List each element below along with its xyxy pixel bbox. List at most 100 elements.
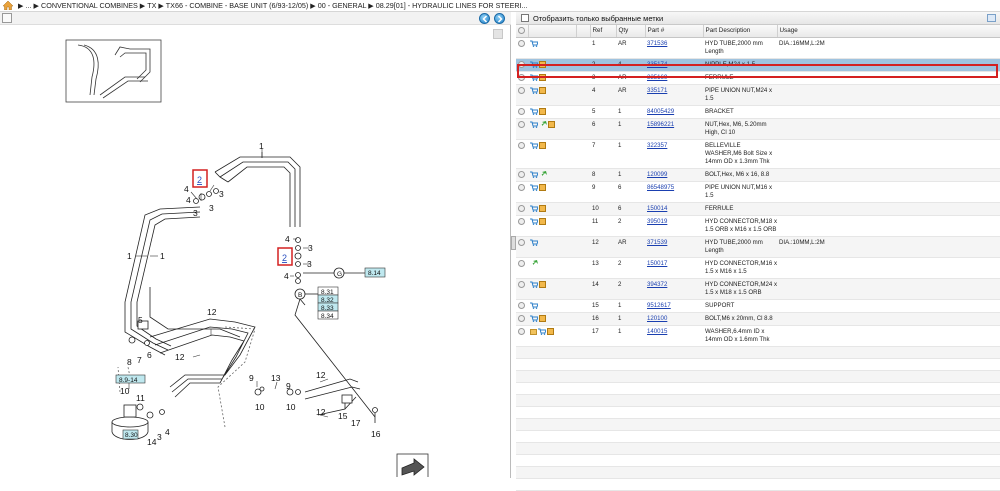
add-to-cart-icon[interactable] [530, 184, 538, 191]
callout-16[interactable]: 16 [371, 429, 381, 439]
row-info-icon[interactable] [516, 325, 528, 347]
callout-3[interactable]: 3 [209, 203, 214, 213]
part-number-link[interactable]: 86548975 [647, 184, 674, 191]
callout-4[interactable]: 4 [184, 184, 189, 194]
folder-icon[interactable] [530, 328, 537, 335]
table-row[interactable]: 9 6 86548975 PIPE UNION NUT,M16 x 1.5 [516, 181, 1000, 203]
table-row[interactable]: 1 AR 371536 HYD TUBE,2000 mm Length DIA.:16M… [516, 37, 1000, 59]
breadcrumb-path[interactable]: ▶ ... ▶ CONVENTIONAL COMBINES ▶ TX ▶ TX6… [18, 1, 528, 10]
header-ref[interactable]: Ref [590, 25, 617, 38]
table-row[interactable]: 2 4 335174 NIPPLE,M24 x 1.5 [516, 58, 1000, 72]
callout-3[interactable]: 3 [219, 189, 224, 199]
table-row[interactable]: 3 AR 335169 FERRULE [516, 71, 1000, 85]
callout-12[interactable]: 12 [207, 307, 217, 317]
callout-10[interactable]: 10 [255, 402, 265, 412]
add-to-cart-icon[interactable] [530, 121, 538, 128]
header-qty[interactable]: Qty [616, 25, 646, 38]
part-box-icon[interactable] [539, 217, 546, 225]
add-to-cart-icon[interactable] [530, 218, 538, 225]
callout-12[interactable]: 12 [175, 352, 185, 362]
part-number-link[interactable]: 395019 [647, 218, 667, 225]
table-row[interactable]: 12 AR 371539 HYD TUBE,2000 mm Length DIA.:10… [516, 236, 1000, 258]
add-to-cart-icon[interactable] [530, 87, 538, 94]
add-to-cart-icon[interactable] [530, 40, 538, 47]
callout-10[interactable]: 10 [286, 402, 296, 412]
row-info-icon[interactable] [516, 257, 528, 279]
add-to-cart-icon[interactable] [530, 171, 538, 178]
selected-only-checkbox[interactable] [521, 14, 529, 22]
callout-14[interactable]: 14 [147, 437, 157, 447]
callout-4[interactable]: 4 [285, 234, 290, 244]
callout-4[interactable]: 4 [284, 271, 289, 281]
table-row[interactable]: 7 1 322357 BELLEVILLE WASHER,M6 Bolt Size x… [516, 139, 1000, 169]
part-number-link[interactable]: 322357 [647, 142, 667, 149]
callout-9[interactable]: 9 [249, 373, 254, 383]
add-to-cart-icon[interactable] [530, 281, 538, 288]
substitute-arrow-icon[interactable] [530, 259, 538, 267]
callout-4[interactable]: 4 [186, 195, 191, 205]
part-number-link[interactable]: 394372 [647, 281, 667, 288]
part-number-link[interactable]: 335171 [647, 87, 667, 94]
part-box-icon[interactable] [539, 141, 546, 149]
ref-8-14[interactable]: 8.14 [368, 270, 381, 277]
add-to-cart-icon[interactable] [530, 302, 538, 309]
substitute-arrow-icon[interactable] [539, 170, 547, 178]
add-to-cart-icon[interactable] [530, 108, 538, 115]
callout-17[interactable]: 17 [351, 418, 361, 428]
row-info-icon[interactable] [516, 236, 528, 258]
callout-3[interactable]: 3 [307, 259, 312, 269]
row-info-icon[interactable] [516, 202, 528, 216]
part-number-link[interactable]: 335169 [647, 74, 667, 81]
table-row[interactable]: 11 2 395019 HYD CONNECTOR,M18 x 1.5 ORB x M… [516, 215, 1000, 237]
row-info-icon[interactable] [516, 37, 528, 59]
previous-page-button[interactable] [479, 13, 490, 24]
next-page-button[interactable] [494, 13, 505, 24]
table-row[interactable]: 5 1 84005429 BRACKET [516, 105, 1000, 119]
callout-7[interactable]: 7 [137, 355, 142, 365]
row-info-icon[interactable] [516, 105, 528, 119]
callout-g[interactable]: G [337, 271, 342, 278]
row-info-icon[interactable] [516, 84, 528, 106]
callout-1[interactable]: 1 [259, 141, 264, 151]
callout-8[interactable]: 8 [127, 357, 132, 367]
part-number-link[interactable]: 15896221 [647, 121, 674, 128]
callout-3[interactable]: 3 [308, 243, 313, 253]
callout-1[interactable]: 1 [160, 251, 165, 261]
part-number-link[interactable]: 9512617 [647, 302, 671, 309]
add-to-cart-icon[interactable] [530, 315, 538, 322]
add-to-cart-icon[interactable] [530, 142, 538, 149]
row-info-icon[interactable] [516, 118, 528, 140]
part-number-link[interactable]: 335174 [647, 61, 667, 68]
row-info-icon[interactable] [516, 71, 528, 85]
row-info-icon[interactable] [516, 299, 528, 313]
part-box-icon[interactable] [539, 73, 546, 81]
header-part-number[interactable]: Part # [645, 25, 704, 38]
ref-8-34[interactable]: 8.34 [321, 313, 334, 320]
add-to-cart-icon[interactable] [530, 74, 538, 81]
ref-8-9-14[interactable]: 8.9-14 [119, 377, 138, 384]
table-row[interactable]: 10 6 150014 FERRULE [516, 202, 1000, 216]
part-box-icon[interactable] [539, 60, 546, 68]
callout-2[interactable]: 2 [197, 175, 202, 185]
table-row[interactable]: 6 1 15896221 NUT,Hex, M6, 5.20mm High, Cl 1… [516, 118, 1000, 140]
row-info-icon[interactable] [516, 278, 528, 300]
row-info-icon[interactable] [516, 139, 528, 169]
table-row[interactable]: 15 1 9512617 SUPPORT [516, 299, 1000, 313]
part-number-link[interactable]: 120100 [647, 315, 667, 322]
export-icon[interactable] [987, 14, 996, 22]
part-box-icon[interactable] [539, 314, 546, 322]
part-box-icon[interactable] [539, 183, 546, 191]
part-number-link[interactable]: 371539 [647, 239, 667, 246]
add-to-cart-icon[interactable] [530, 61, 538, 68]
part-box-icon[interactable] [548, 120, 555, 128]
table-row[interactable]: 13 2 150017 HYD CONNECTOR,M16 x 1.5 x M16 x… [516, 257, 1000, 279]
callout-5[interactable]: 5 [138, 315, 143, 325]
part-number-link[interactable]: 150017 [647, 260, 667, 267]
add-to-cart-icon[interactable] [530, 205, 538, 212]
home-icon[interactable] [3, 1, 13, 10]
highlight-ref-2[interactable]: 2 2 [192, 169, 293, 266]
callout-10[interactable]: 10 [120, 386, 130, 396]
part-number-link[interactable]: 140015 [647, 328, 667, 335]
table-row[interactable]: 16 1 120100 BOLT,M6 x 20mm, Cl 8.8 [516, 312, 1000, 326]
part-box-icon[interactable] [539, 86, 546, 94]
